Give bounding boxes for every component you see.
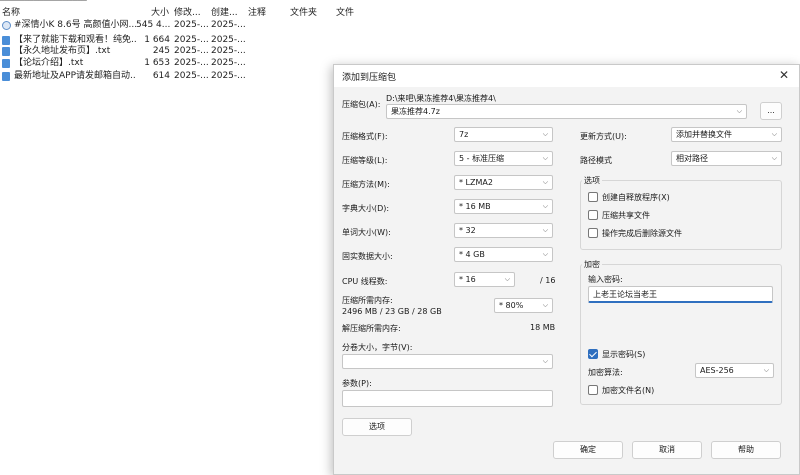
- chevron-down-icon: ⌵: [771, 154, 777, 162]
- options-group-title: 选项: [582, 175, 602, 186]
- memory-usage-select[interactable]: * 80% ⌵: [494, 298, 553, 313]
- file-name: #深情小K 8.6号 高颜值小网...: [14, 20, 136, 30]
- decompression-memory-label: 解压缩所需内存:: [342, 324, 401, 333]
- encrypt-file-names-label: 加密文件名(N): [602, 386, 655, 395]
- file-created: 2025-...: [211, 71, 245, 81]
- word-size-select[interactable]: * 32 ⌵: [454, 223, 553, 238]
- column-header-files[interactable]: 文件: [336, 6, 354, 20]
- file-modified: 2025-...: [174, 71, 208, 81]
- show-password-label: 显示密码(S): [602, 350, 646, 359]
- file-name: 最新地址及APP请发邮箱自动...: [14, 71, 136, 81]
- path-mode-label: 路径模式: [580, 156, 612, 165]
- browse-button[interactable]: ...: [760, 102, 782, 120]
- chevron-down-icon: ⌵: [542, 154, 548, 162]
- window-top-strip: ──────────────────: [0, 0, 160, 4]
- dictionary-size-value: * 16 MB: [459, 202, 491, 211]
- compress-shared-checkbox[interactable]: [588, 210, 598, 220]
- parameters-input[interactable]: [342, 390, 553, 407]
- text-file-icon: [2, 47, 10, 56]
- chevron-down-icon: ⌵: [542, 130, 548, 138]
- file-modified: 2025-...: [174, 20, 208, 30]
- encryption-group-title: 加密: [582, 259, 602, 270]
- cpu-threads-select[interactable]: * 16 ⌵: [454, 272, 515, 287]
- cancel-button[interactable]: 取消: [632, 441, 702, 459]
- parameters-label: 参数(P):: [342, 379, 372, 388]
- dialog-title: 添加到压缩包: [342, 73, 397, 83]
- help-button[interactable]: 帮助: [711, 441, 781, 459]
- encryption-method-label: 加密算法:: [588, 368, 623, 377]
- method-select[interactable]: * LZMA2 ⌵: [454, 175, 553, 190]
- file-size: 545 4...: [136, 20, 170, 30]
- decompression-memory-value: 18 MB: [530, 323, 556, 332]
- dialog-title-bar[interactable]: 添加到压缩包 ✕: [334, 65, 799, 87]
- level-value: 5 - 标准压缩: [459, 154, 505, 163]
- solid-block-size-label: 固实数据大小:: [342, 252, 393, 261]
- password-value: 上老王论坛当老王: [593, 290, 657, 299]
- cpu-threads-value: * 16: [459, 275, 476, 284]
- chevron-down-icon: ⌵: [771, 130, 777, 138]
- delete-after-checkbox[interactable]: [588, 228, 598, 238]
- memory-usage-value: * 80%: [499, 301, 524, 310]
- archive-label: 压缩包(A):: [342, 100, 381, 109]
- chevron-down-icon: ⌵: [504, 275, 510, 283]
- file-row[interactable]: 最新地址及APP请发邮箱自动... 614 2025-... 2025-...: [0, 69, 330, 84]
- cpu-threads-total: / 16: [540, 276, 556, 285]
- delete-after-label: 操作完成后删除源文件: [602, 229, 682, 238]
- sfx-checkbox[interactable]: [588, 192, 598, 202]
- chevron-down-icon: ⌵: [542, 301, 548, 309]
- password-label: 输入密码:: [588, 275, 623, 284]
- settings-file-icon: [2, 21, 11, 30]
- text-file-icon: [2, 72, 10, 81]
- compression-memory-value: 2496 MB / 23 GB / 28 GB: [342, 307, 442, 316]
- chevron-down-icon: ⌵: [763, 366, 769, 374]
- file-row[interactable]: #深情小K 8.6号 高颜值小网... 545 4... 2025-... 20…: [0, 18, 330, 33]
- word-size-label: 单词大小(W):: [342, 228, 391, 237]
- chevron-down-icon: ⌵: [542, 202, 548, 210]
- solid-block-size-value: * 4 GB: [459, 250, 485, 259]
- archive-path: D:\来吧\果冻推荐4\果冻推荐4\: [386, 94, 496, 103]
- chevron-down-icon: ⌵: [542, 250, 548, 258]
- chevron-down-icon: ⌵: [542, 178, 548, 186]
- sfx-label: 创建自释放程序(X): [602, 193, 670, 202]
- update-mode-select[interactable]: 添加并替换文件 ⌵: [671, 127, 782, 142]
- options-button[interactable]: 选项: [342, 418, 412, 436]
- archive-name-value: 果冻推荐4.7z: [391, 107, 440, 116]
- word-size-value: * 32: [459, 226, 476, 235]
- file-size: 614: [152, 71, 170, 81]
- update-mode-label: 更新方式(U):: [580, 132, 627, 141]
- method-value: * LZMA2: [459, 178, 493, 187]
- path-mode-value: 相对路径: [676, 154, 708, 163]
- update-mode-value: 添加并替换文件: [676, 130, 732, 139]
- chevron-down-icon: ⌵: [736, 107, 742, 115]
- split-volume-label: 分卷大小，字节(V):: [342, 343, 413, 352]
- close-icon[interactable]: ✕: [779, 68, 789, 82]
- chevron-down-icon: ⌵: [542, 357, 548, 365]
- split-volume-combo[interactable]: ⌵: [342, 354, 553, 369]
- compress-shared-label: 压缩共享文件: [602, 211, 650, 220]
- encryption-method-select[interactable]: AES-256 ⌵: [695, 363, 774, 378]
- method-label: 压缩方法(M):: [342, 180, 390, 189]
- window-top-strip-text: ──────────────────: [0, 0, 87, 4]
- file-created: 2025-...: [211, 20, 245, 30]
- encryption-method-value: AES-256: [700, 366, 734, 375]
- ok-button[interactable]: 确定: [553, 441, 623, 459]
- level-label: 压缩等级(L):: [342, 156, 388, 165]
- dictionary-size-label: 字典大小(D):: [342, 204, 390, 213]
- format-value: 7z: [459, 130, 469, 139]
- path-mode-select[interactable]: 相对路径 ⌵: [671, 151, 782, 166]
- archive-name-combo[interactable]: 果冻推荐4.7z ⌵: [386, 104, 747, 119]
- dictionary-size-select[interactable]: * 16 MB ⌵: [454, 199, 553, 214]
- compression-memory-label: 压缩所需内存:: [342, 296, 393, 305]
- solid-block-size-select[interactable]: * 4 GB ⌵: [454, 247, 553, 262]
- text-file-icon: [2, 59, 10, 68]
- format-select[interactable]: 7z ⌵: [454, 127, 553, 142]
- level-select[interactable]: 5 - 标准压缩 ⌵: [454, 151, 553, 166]
- password-input[interactable]: 上老王论坛当老王: [588, 286, 773, 303]
- show-password-checkbox[interactable]: [588, 349, 598, 359]
- add-to-archive-dialog: 添加到压缩包 ✕ 压缩包(A): D:\来吧\果冻推荐4\果冻推荐4\ 果冻推荐…: [333, 64, 800, 475]
- format-label: 压缩格式(F):: [342, 132, 388, 141]
- cpu-threads-label: CPU 线程数:: [342, 277, 388, 286]
- encrypt-file-names-checkbox[interactable]: [588, 385, 598, 395]
- chevron-down-icon: ⌵: [542, 226, 548, 234]
